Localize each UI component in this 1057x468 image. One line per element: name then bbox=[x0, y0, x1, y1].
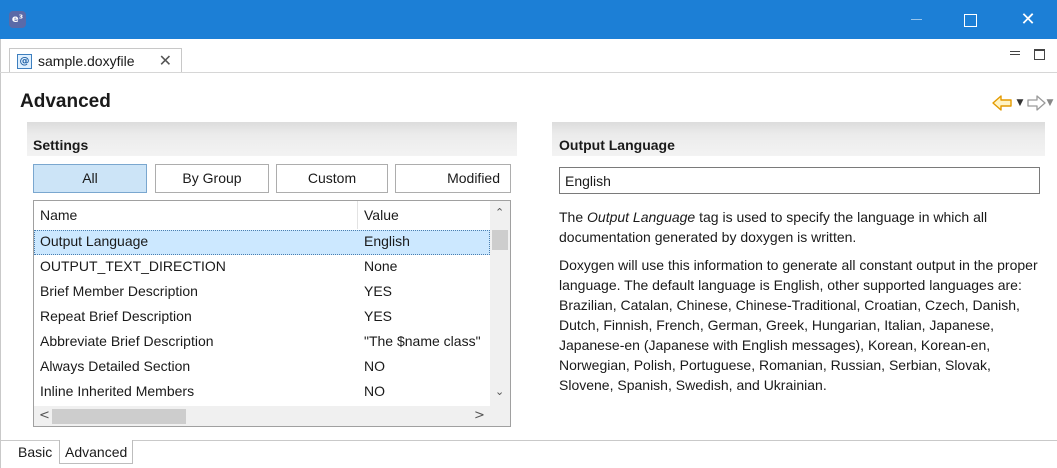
horizontal-scrollbar[interactable]: < > bbox=[34, 406, 490, 426]
setting-detail-text: Doxygen will use this information to gen… bbox=[559, 257, 1038, 393]
doxyfile-icon: @ bbox=[17, 53, 32, 69]
window-title-bar: e³ ✕ bbox=[0, 0, 1057, 39]
setting-name-emphasis: Output Language bbox=[587, 209, 696, 225]
setting-name: Output Language bbox=[40, 233, 149, 249]
setting-name: Inline Inherited Members bbox=[40, 383, 195, 399]
detail-section-title: Output Language bbox=[559, 137, 675, 153]
maximize-window-button[interactable] bbox=[947, 0, 993, 39]
table-row[interactable]: Repeat Brief Description YES bbox=[34, 305, 490, 330]
back-history-dropdown-icon[interactable]: ▼ bbox=[1014, 93, 1026, 113]
setting-name: Always Detailed Section bbox=[40, 358, 191, 374]
horizontal-scroll-thumb[interactable] bbox=[52, 409, 186, 424]
setting-value: "The $name class" bbox=[364, 333, 481, 349]
page-title: Advanced bbox=[20, 91, 111, 112]
settings-section-header bbox=[27, 122, 517, 156]
tab-basic[interactable]: Basic bbox=[18, 440, 52, 464]
table-row[interactable]: OUTPUT_TEXT_DIRECTION None bbox=[34, 255, 490, 280]
forward-arrow-icon[interactable] bbox=[1027, 93, 1047, 113]
setting-name: Abbreviate Brief Description bbox=[40, 333, 214, 349]
close-window-button[interactable]: ✕ bbox=[1005, 0, 1051, 39]
setting-value: English bbox=[364, 233, 410, 249]
editor-tab-sample-doxyfile[interactable]: @ sample.doxyfile ✕ bbox=[9, 48, 182, 73]
column-header-value[interactable]: Value bbox=[364, 207, 399, 223]
table-header: Name Value bbox=[34, 201, 490, 229]
eclipse-app-icon: e³ bbox=[9, 11, 26, 28]
column-divider[interactable] bbox=[357, 201, 358, 229]
column-header-name[interactable]: Name bbox=[40, 207, 77, 223]
forward-history-dropdown-icon[interactable]: ▼ bbox=[1045, 93, 1055, 113]
settings-table: Name Value Output Language English OUTPU… bbox=[33, 200, 511, 427]
setting-value: YES bbox=[364, 308, 393, 324]
setting-value: NO bbox=[364, 383, 385, 399]
table-row[interactable]: Inline Inherited Members NO bbox=[34, 380, 490, 405]
vertical-scrollbar[interactable]: ⌃ ⌄ bbox=[490, 201, 510, 406]
minimize-window-button[interactable] bbox=[893, 0, 939, 39]
settings-section-title: Settings bbox=[33, 137, 89, 153]
setting-name: Brief Member Description bbox=[40, 283, 198, 299]
table-row[interactable]: Brief Member Description YES bbox=[34, 280, 490, 305]
setting-description: The Output Language tag is used to speci… bbox=[559, 209, 988, 245]
close-tab-icon[interactable]: ✕ bbox=[159, 51, 172, 70]
filter-custom-button[interactable]: Custom bbox=[276, 164, 388, 193]
editor-tab-strip: @ sample.doxyfile ✕ bbox=[0, 39, 1057, 73]
table-row[interactable]: Abbreviate Brief Description "The $name … bbox=[34, 330, 490, 355]
scroll-up-icon[interactable]: ⌃ bbox=[495, 206, 504, 219]
setting-value: NO bbox=[364, 358, 385, 374]
editor-frame-border bbox=[0, 73, 1, 468]
filter-modified-button[interactable]: Modified bbox=[395, 164, 511, 193]
scroll-down-icon[interactable]: ⌄ bbox=[495, 385, 504, 398]
filter-all-button[interactable]: All bbox=[33, 164, 147, 193]
vertical-scroll-thumb[interactable] bbox=[492, 230, 508, 250]
bottom-tab-divider bbox=[0, 440, 1057, 441]
table-row[interactable]: Always Detailed Section NO bbox=[34, 355, 490, 380]
table-row[interactable]: Output Language English bbox=[34, 230, 490, 255]
setting-name: OUTPUT_TEXT_DIRECTION bbox=[40, 258, 226, 274]
setting-name: Repeat Brief Description bbox=[40, 308, 192, 324]
filter-by-group-button[interactable]: By Group bbox=[155, 164, 269, 193]
tab-advanced[interactable]: Advanced bbox=[59, 440, 134, 464]
tab-strip-divider bbox=[0, 72, 1057, 73]
back-arrow-icon[interactable] bbox=[991, 93, 1013, 113]
setting-value: None bbox=[364, 258, 398, 274]
minimize-view-icon[interactable] bbox=[1010, 51, 1020, 55]
editor-tab-label: sample.doxyfile bbox=[38, 53, 135, 69]
setting-value: YES bbox=[364, 283, 393, 299]
maximize-view-icon[interactable] bbox=[1034, 49, 1045, 60]
scrollbar-corner bbox=[490, 406, 510, 426]
scroll-left-icon[interactable]: < bbox=[39, 408, 50, 423]
output-language-input[interactable] bbox=[559, 167, 1040, 194]
scroll-right-icon[interactable]: > bbox=[474, 408, 485, 423]
